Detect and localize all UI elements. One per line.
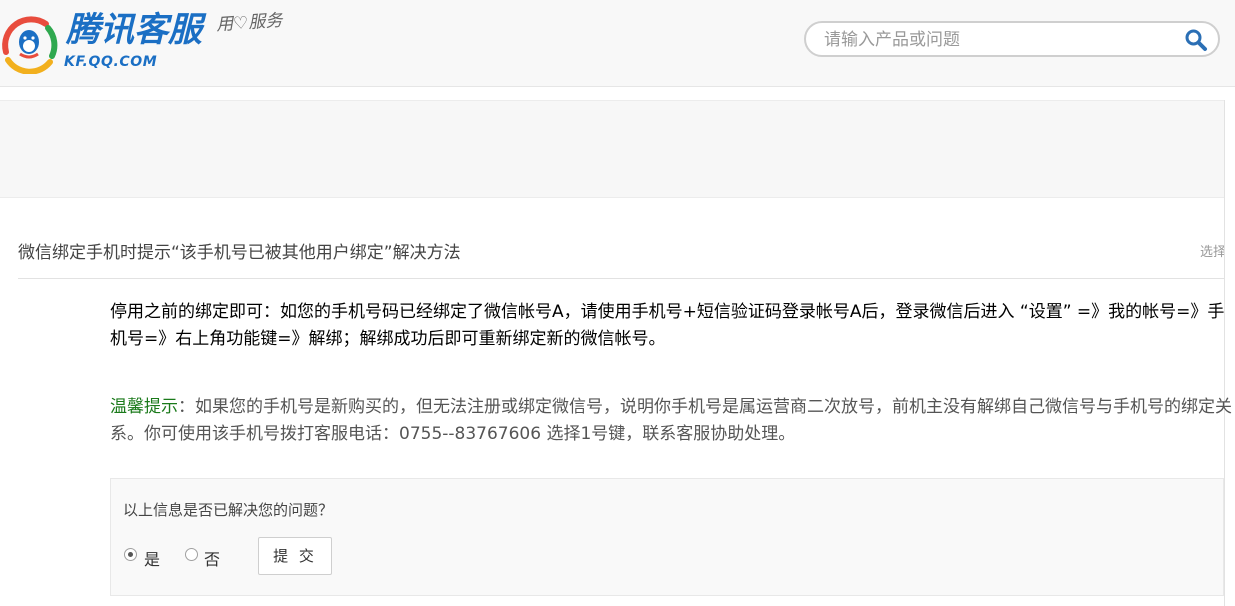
banner-area [0,100,1224,198]
radio-yes[interactable] [124,548,137,561]
feedback-question: 以上信息是否已解决您的问题？ [123,501,334,519]
search-icon[interactable] [1184,28,1208,52]
content-border [1224,100,1225,606]
radio-no[interactable] [185,548,198,561]
article-title: 微信绑定手机时提示“该手机号已被其他用户绑定”解决方法 [18,243,461,263]
logo-domain: KF.QQ.COM [64,54,158,70]
divider [18,278,1224,279]
tip-label: 温馨提示 [110,397,178,417]
tip-paragraph: 温馨提示：如果您的手机号是新购买的，但无法注册或绑定微信号，说明你手机号是属运营… [110,394,1235,448]
site-header: 腾讯客服 KF.QQ.COM 用♡服务 [0,0,1235,87]
select-link[interactable]: 选择 [1200,241,1224,260]
search-box [804,21,1220,57]
logo-title[interactable]: 腾讯客服 [66,10,202,50]
logo-slogan: 用♡服务 [215,10,284,36]
radio-yes-label[interactable]: 是 [144,546,160,570]
solution-paragraph: 停用之前的绑定即可：如您的手机号码已经绑定了微信帐号A，请使用手机号+短信验证码… [110,302,1225,349]
feedback-panel: 以上信息是否已解决您的问题？ 是 否 提 交 [110,478,1224,596]
logo-icon[interactable] [0,12,58,75]
radio-no-label[interactable]: 否 [204,546,220,570]
tip-text: ：如果您的手机号是新购买的，但无法注册或绑定微信号，说明你手机号是属运营商二次放… [110,397,1232,444]
submit-button[interactable]: 提 交 [258,537,332,575]
search-input[interactable] [822,27,1166,53]
